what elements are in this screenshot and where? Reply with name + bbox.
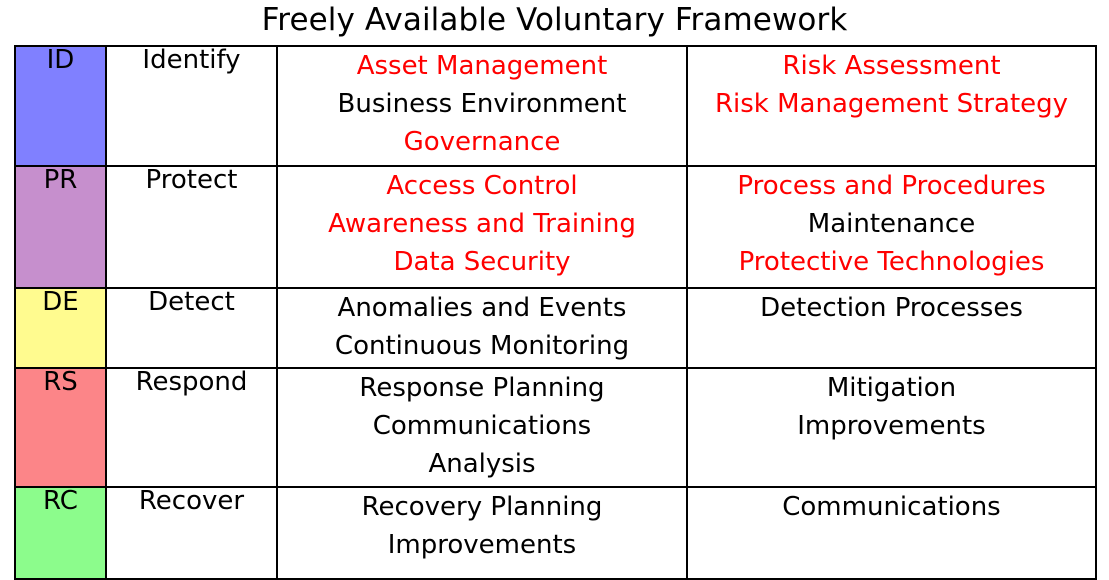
category-item: Protective Technologies (738, 247, 1045, 277)
category-item: Business Environment (337, 89, 627, 119)
row-code-cell-id: ID (14, 45, 107, 167)
row-code-cell-rc: RC (14, 486, 107, 580)
row-function-cell-pr: Protect (105, 165, 278, 289)
row-function-cell-rc: Recover (105, 486, 278, 580)
row-categories-b-de: Detection Processes (686, 287, 1097, 369)
category-item: Communications (782, 492, 1001, 522)
category-item: Response Planning (359, 373, 605, 403)
row-categories-a-de: Anomalies and Events Continuous Monitori… (276, 287, 688, 369)
row-function-label: Protect (145, 165, 238, 195)
row-code-cell-rs: RS (14, 367, 107, 488)
category-item (688, 327, 1095, 365)
category-item: Detection Processes (760, 293, 1023, 323)
row-code-label: ID (46, 45, 75, 75)
category-item: Maintenance (807, 209, 976, 239)
table-row: DE Detect Anomalies and Events Continuou… (14, 287, 1097, 369)
row-categories-a-pr: Access Control Awareness and Training Da… (276, 165, 688, 289)
row-categories-b-rc: Communications (686, 486, 1097, 580)
category-item: Awareness and Training (328, 209, 636, 239)
row-function-cell-rs: Respond (105, 367, 278, 488)
category-item: Mitigation (826, 373, 957, 403)
category-item: Asset Management (356, 51, 608, 81)
row-code-label: DE (42, 287, 79, 317)
table-row: RS Respond Response Planning Communicati… (14, 367, 1097, 488)
table-row: ID Identify Asset Management Business En… (14, 45, 1097, 167)
category-item (688, 445, 1095, 483)
category-item: Process and Procedures (737, 171, 1046, 201)
row-categories-a-id: Asset Management Business Environment Go… (276, 45, 688, 167)
category-item: Improvements (797, 411, 986, 441)
row-code-cell-de: DE (14, 287, 107, 369)
framework-table-body: ID Identify Asset Management Business En… (14, 45, 1097, 580)
row-function-label: Respond (135, 367, 248, 397)
category-item: Continuous Monitoring (334, 331, 630, 361)
category-item: Analysis (428, 449, 536, 479)
category-item: Communications (372, 411, 592, 441)
category-item: Anomalies and Events (337, 293, 627, 323)
row-categories-b-pr: Process and Procedures Maintenance Prote… (686, 165, 1097, 289)
category-item: Risk Assessment (782, 51, 1001, 81)
category-item: Improvements (387, 530, 577, 560)
category-item: Governance (403, 127, 561, 157)
row-function-label: Recover (138, 486, 245, 516)
row-code-label: RC (43, 486, 78, 516)
row-function-label: Detect (148, 287, 235, 317)
row-function-cell-id: Identify (105, 45, 278, 167)
category-item (688, 526, 1095, 564)
row-categories-b-rs: Mitigation Improvements (686, 367, 1097, 488)
category-item: Access Control (386, 171, 578, 201)
row-code-cell-pr: PR (14, 165, 107, 289)
framework-table: ID Identify Asset Management Business En… (14, 45, 1097, 580)
row-categories-b-id: Risk Assessment Risk Management Strategy (686, 45, 1097, 167)
category-item: Data Security (393, 247, 571, 277)
page-root: Freely Available Voluntary Framework ID … (0, 0, 1109, 580)
row-function-cell-de: Detect (105, 287, 278, 369)
category-item: Risk Management Strategy (714, 89, 1069, 119)
row-code-label: RS (43, 367, 78, 397)
row-code-label: PR (43, 165, 78, 195)
table-row: RC Recover Recovery Planning Improvement… (14, 486, 1097, 580)
row-categories-a-rc: Recovery Planning Improvements (276, 486, 688, 580)
table-row: PR Protect Access Control Awareness and … (14, 165, 1097, 289)
category-item: Recovery Planning (361, 492, 603, 522)
row-categories-a-rs: Response Planning Communications Analysi… (276, 367, 688, 488)
row-function-label: Identify (142, 45, 241, 75)
page-title: Freely Available Voluntary Framework (261, 2, 848, 38)
category-item (688, 123, 1095, 161)
